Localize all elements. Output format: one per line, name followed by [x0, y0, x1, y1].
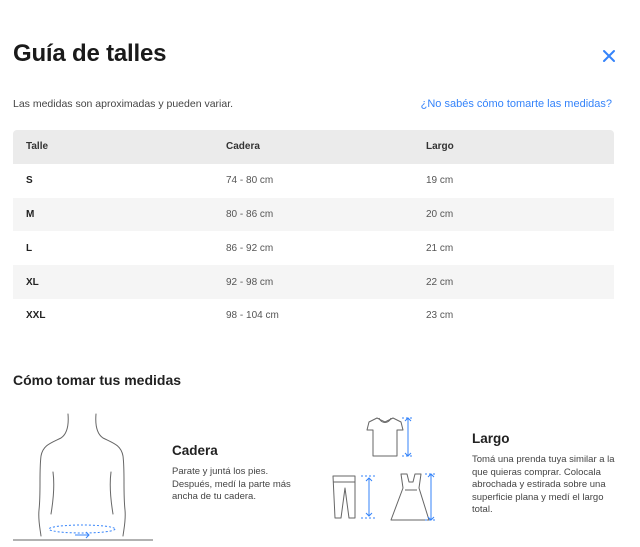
garment-length-measure-icon [332, 417, 437, 521]
size-cell: S [26, 175, 33, 187]
length-cell: 22 cm [426, 276, 454, 288]
hip-section-description: Parate y juntá los pies. Después, medí l… [172, 466, 291, 502]
size-cell: XL [26, 276, 39, 288]
length-cell: 19 cm [426, 175, 454, 187]
hip-section-title: Cadera [172, 443, 218, 458]
table-row: M 80 - 86 cm 20 cm [13, 197, 614, 232]
size-cell: L [26, 242, 33, 254]
hip-cell: 80 - 86 cm [226, 208, 274, 220]
measurements-note: Las medidas son aproximadas y pueden var… [13, 98, 234, 110]
body-hip-measure-icon [13, 413, 153, 541]
how-to-measure-link[interactable]: ¿No sabés cómo tomarte las medidas? [421, 98, 612, 110]
size-cell: XXL [26, 310, 46, 322]
length-cell: 23 cm [426, 310, 454, 322]
length-section-description: Tomá una prenda tuya similar a la que qu… [472, 454, 615, 515]
column-header-largo: Largo [426, 141, 454, 153]
hip-cell: 74 - 80 cm [226, 175, 274, 187]
hip-cell: 86 - 92 cm [226, 242, 274, 254]
hip-cell: 92 - 98 cm [226, 276, 274, 288]
table-row: XXL 98 - 104 cm 23 cm [13, 299, 614, 333]
page-title: Guía de talles [13, 40, 167, 67]
table-row: S 74 - 80 cm 19 cm [13, 164, 614, 198]
length-cell: 20 cm [426, 208, 454, 220]
size-table: Talle Cadera Largo S 74 - 80 cm 19 cm M … [13, 130, 614, 333]
size-cell: M [26, 208, 35, 220]
how-to-measure-title: Cómo tomar tus medidas [13, 372, 182, 388]
length-cell: 21 cm [426, 242, 454, 254]
table-row: L 86 - 92 cm 21 cm [13, 231, 614, 265]
close-icon[interactable] [599, 46, 619, 66]
hip-cell: 98 - 104 cm [226, 310, 279, 322]
column-header-talle: Talle [26, 141, 49, 153]
length-section-title: Largo [472, 431, 510, 446]
table-row: XL 92 - 98 cm 22 cm [13, 265, 614, 299]
table-header: Talle Cadera Largo [13, 130, 614, 164]
column-header-cadera: Cadera [226, 141, 260, 153]
